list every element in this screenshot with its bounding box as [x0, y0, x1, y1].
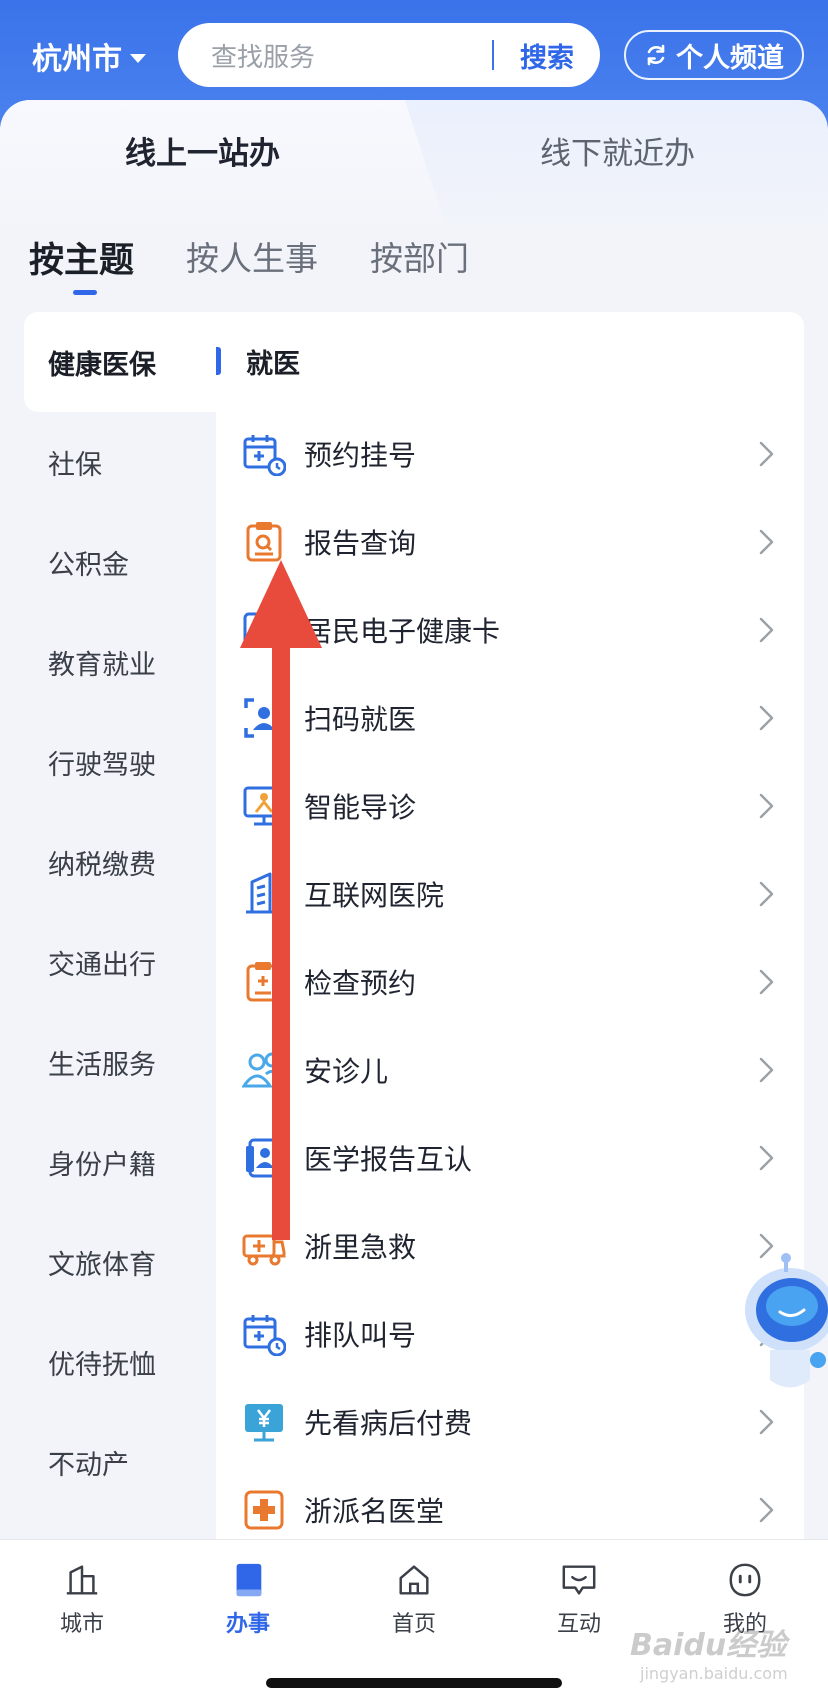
chevron-right-icon: [759, 1497, 774, 1523]
chevron-right-icon: [759, 441, 774, 467]
nav-city-label: 城市: [59, 1612, 104, 1637]
service-label: 预约挂号: [304, 439, 417, 472]
chevron-right-icon: [759, 793, 774, 819]
book-icon: [236, 1563, 262, 1597]
chat-icon: [562, 1565, 596, 1595]
chevron-right-icon: [759, 705, 774, 731]
section-marker: [216, 347, 221, 375]
nav-services-label: 办事: [225, 1612, 270, 1637]
chevron-right-icon: [759, 1145, 774, 1171]
nav-services[interactable]: 办事: [188, 1560, 308, 1638]
tab-by-life-event[interactable]: 按人生事: [186, 232, 318, 283]
sidebar-item-life-services[interactable]: 生活服务: [24, 1012, 216, 1112]
channel-label: 个人频道: [676, 42, 784, 74]
tab-online[interactable]: 线上一站办: [125, 128, 280, 173]
service-item[interactable]: 排队叫号: [216, 1290, 804, 1378]
sidebar-item-benefits[interactable]: 优待抚恤: [24, 1312, 216, 1412]
search-input[interactable]: 查找服务: [211, 37, 492, 74]
tab-offline[interactable]: 线下就近办: [540, 128, 695, 173]
search-button[interactable]: 搜索: [494, 36, 600, 75]
assistant-robot-icon[interactable]: [740, 1250, 828, 1400]
service-label: 浙派名医堂: [304, 1495, 445, 1528]
home-icon: [399, 1565, 429, 1595]
caret-down-icon: [130, 53, 146, 63]
sidebar-item-tax[interactable]: 纳税缴费: [24, 812, 216, 912]
tab-by-theme[interactable]: 按主题: [29, 232, 134, 283]
face-icon: [729, 1563, 761, 1597]
calendar-clock-icon: [243, 1315, 286, 1356]
watermark-brand: Baidu经验: [630, 1628, 787, 1663]
service-label: 先看病后付费: [304, 1407, 473, 1440]
chevron-right-icon: [759, 969, 774, 995]
service-label: 报告查询: [304, 527, 417, 560]
nav-home-label: 首页: [391, 1612, 436, 1637]
service-label: 居民电子健康卡: [304, 615, 501, 648]
city-selector[interactable]: 杭州市: [32, 34, 146, 78]
nav-interact[interactable]: 互动: [519, 1560, 639, 1638]
sidebar-item-social-security[interactable]: 社保: [24, 412, 216, 512]
service-item[interactable]: 先看病后付费: [216, 1378, 804, 1466]
chevron-right-icon: [759, 529, 774, 555]
chevron-right-icon: [759, 1409, 774, 1435]
sidebar-item-housing-fund[interactable]: 公积金: [24, 512, 216, 612]
personal-channel-button[interactable]: 个人频道: [624, 30, 804, 80]
search-bar[interactable]: 查找服务 搜索: [178, 23, 600, 87]
report-search-icon: [246, 522, 282, 562]
sidebar-item-real-estate[interactable]: 不动产: [24, 1412, 216, 1512]
sidebar-item-education[interactable]: 教育就业: [24, 612, 216, 712]
nav-interact-label: 互动: [556, 1612, 601, 1637]
section-header: 就医: [216, 312, 804, 410]
theme-sidebar: 健康医保 社保 公积金 教育就业 行驶驾驶 纳税缴费 交通出行 生活服务 身份户…: [24, 312, 216, 1512]
city-name: 杭州市: [32, 42, 122, 77]
watermark-url: jingyan.baidu.com: [640, 1664, 788, 1683]
sidebar-item-health[interactable]: 健康医保: [24, 312, 216, 412]
swipe-up-arrow-icon: [240, 560, 322, 1240]
category-tabs: 按主题 按人生事 按部门: [29, 232, 521, 283]
tab-by-department[interactable]: 按部门: [370, 232, 469, 283]
service-label: 医学报告互认: [304, 1143, 473, 1176]
sidebar-item-identity[interactable]: 身份户籍: [24, 1112, 216, 1212]
nav-city[interactable]: 城市: [22, 1560, 142, 1638]
chevron-right-icon: [759, 617, 774, 643]
service-item[interactable]: 浙派名医堂: [216, 1466, 804, 1540]
chevron-right-icon: [759, 1057, 774, 1083]
home-indicator[interactable]: [266, 1678, 562, 1688]
refresh-icon: [647, 44, 665, 66]
active-tab-indicator: [73, 290, 97, 295]
clinic-cross-icon: [244, 1490, 284, 1530]
nav-home[interactable]: 首页: [354, 1560, 474, 1638]
monitor-yen-icon: [245, 1404, 283, 1442]
sidebar-item-transport[interactable]: 交通出行: [24, 912, 216, 1012]
calendar-clock-icon: [243, 435, 286, 476]
city-icon: [66, 1565, 98, 1595]
service-item[interactable]: 预约挂号: [216, 410, 804, 498]
section-title: 就医: [246, 348, 300, 380]
service-label: 排队叫号: [304, 1319, 417, 1352]
chevron-right-icon: [759, 881, 774, 907]
mode-tabs: 线上一站办 线下就近办: [0, 100, 828, 240]
sidebar-item-culture-sports[interactable]: 文旅体育: [24, 1212, 216, 1312]
sidebar-item-driving[interactable]: 行驶驾驶: [24, 712, 216, 812]
